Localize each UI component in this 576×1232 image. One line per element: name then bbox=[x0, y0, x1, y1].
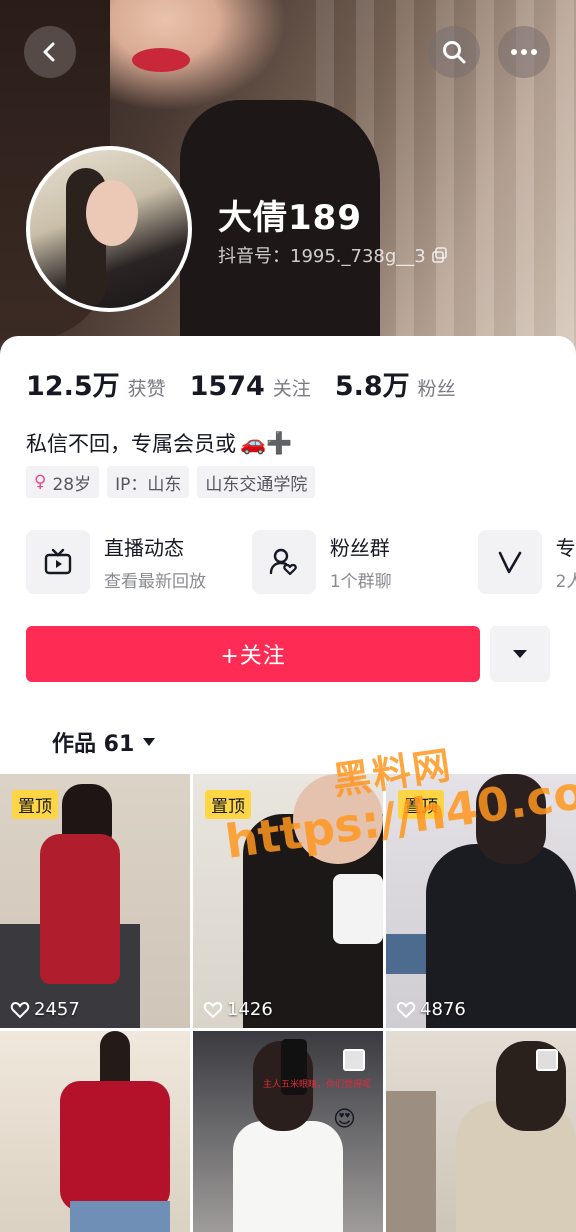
feature-row: 直播动态 查看最新回放 粉丝群 1个群聊 专 2人 bbox=[26, 530, 576, 594]
tv-icon bbox=[26, 530, 90, 594]
follow-button[interactable]: +关注 bbox=[26, 626, 480, 682]
profile-name: 大倩189 bbox=[218, 198, 362, 238]
video-thumbnail[interactable] bbox=[386, 1031, 576, 1232]
feature-subtitle: 1个群聊 bbox=[329, 572, 392, 592]
triangle-down-icon bbox=[513, 650, 527, 658]
like-count-text: 1426 bbox=[227, 999, 273, 1020]
heart-icon bbox=[396, 1001, 416, 1018]
school-text: 山东交通学院 bbox=[205, 474, 308, 495]
age-tag: ♀ 28岁 bbox=[26, 466, 100, 498]
video-thumbnail[interactable]: 主人五米眼睛，你们觉得呢 😍 bbox=[193, 1031, 383, 1232]
more-options-button[interactable] bbox=[498, 26, 550, 78]
like-count-text: 4876 bbox=[420, 999, 466, 1020]
thumb-figure bbox=[233, 1121, 343, 1232]
avatar-face bbox=[86, 180, 138, 246]
feature-third[interactable]: 专 2人 bbox=[477, 530, 576, 594]
stat-followers[interactable]: 5.8万 粉丝 bbox=[335, 364, 456, 403]
stat-label: 关注 bbox=[272, 378, 311, 400]
heart-icon bbox=[203, 1001, 223, 1018]
stat-following[interactable]: 1574 关注 bbox=[190, 371, 311, 402]
profile-tags: ♀ 28岁 IP：山东 山东交通学院 bbox=[26, 466, 316, 498]
heart-icon bbox=[10, 1001, 30, 1018]
more-dots-icon bbox=[511, 49, 537, 55]
pinned-badge: 置顶 bbox=[12, 790, 58, 819]
thumb-caption: 主人五米眼睛，你们觉得呢 bbox=[263, 1080, 372, 1090]
ip-tag: IP：山东 bbox=[107, 466, 190, 498]
bio-text: 私信不回，专属会员或 bbox=[26, 432, 236, 456]
v-icon bbox=[477, 530, 542, 594]
profile-stats: 12.5万 获赞 1574 关注 5.8万 粉丝 bbox=[26, 364, 480, 403]
video-thumbnail[interactable] bbox=[0, 1031, 190, 1232]
back-button[interactable] bbox=[24, 26, 76, 78]
feature-fans-group[interactable]: 粉丝群 1个群聊 bbox=[251, 530, 478, 594]
school-tag[interactable]: 山东交通学院 bbox=[197, 466, 316, 498]
female-icon: ♀ bbox=[34, 472, 47, 492]
feature-subtitle: 查看最新回放 bbox=[104, 572, 206, 592]
recommend-dropdown-button[interactable] bbox=[490, 626, 550, 682]
search-button[interactable] bbox=[428, 26, 480, 78]
feature-title: 直播动态 bbox=[104, 536, 184, 560]
multi-image-icon bbox=[343, 1049, 365, 1071]
ip-text: IP：山东 bbox=[115, 474, 182, 495]
feature-title: 专 bbox=[555, 536, 576, 560]
feature-title: 粉丝群 bbox=[329, 536, 390, 560]
like-count: 2457 bbox=[10, 999, 80, 1020]
bio-emoji: 🚗➕ bbox=[240, 430, 293, 455]
thumb-jeans bbox=[70, 1201, 170, 1232]
tab-works[interactable]: 作品 61 bbox=[52, 726, 156, 758]
feature-subtitle: 2人 bbox=[555, 572, 576, 592]
thumb-figure bbox=[60, 1081, 170, 1211]
fans-group-icon bbox=[251, 530, 316, 594]
feature-live[interactable]: 直播动态 查看最新回放 bbox=[26, 530, 252, 594]
like-count-text: 2457 bbox=[34, 999, 80, 1020]
caret-down-icon bbox=[143, 738, 156, 746]
stat-number: 5.8万 bbox=[334, 371, 410, 402]
heart-eyes-emoji: 😍 bbox=[333, 1107, 356, 1132]
stat-number: 1574 bbox=[189, 371, 265, 402]
douyin-id[interactable]: 抖音号：1995._738g__3 bbox=[218, 242, 448, 268]
stat-likes[interactable]: 12.5万 获赞 bbox=[26, 364, 166, 403]
like-count: 4876 bbox=[396, 999, 466, 1020]
avatar[interactable] bbox=[26, 146, 192, 312]
stat-label: 粉丝 bbox=[417, 378, 456, 400]
douyin-id-text: 抖音号：1995._738g__3 bbox=[218, 246, 426, 267]
thumb-rug bbox=[386, 1091, 436, 1232]
works-tab-label: 作品 61 bbox=[52, 732, 135, 757]
video-thumbnail[interactable]: 置顶 2457 bbox=[0, 774, 190, 1028]
thumb-figure bbox=[40, 834, 120, 984]
like-count: 1426 bbox=[203, 999, 273, 1020]
multi-image-icon bbox=[536, 1049, 558, 1071]
search-icon bbox=[443, 41, 466, 64]
thumb-cup bbox=[333, 874, 383, 944]
back-arrow-icon bbox=[43, 42, 55, 62]
stat-number: 12.5万 bbox=[26, 371, 120, 402]
age-text: 28岁 bbox=[52, 474, 92, 495]
stat-label: 获赞 bbox=[127, 378, 166, 400]
copy-icon[interactable] bbox=[431, 247, 448, 263]
cover-lips bbox=[132, 48, 190, 72]
bio: 私信不回，专属会员或 🚗➕ bbox=[26, 428, 292, 458]
